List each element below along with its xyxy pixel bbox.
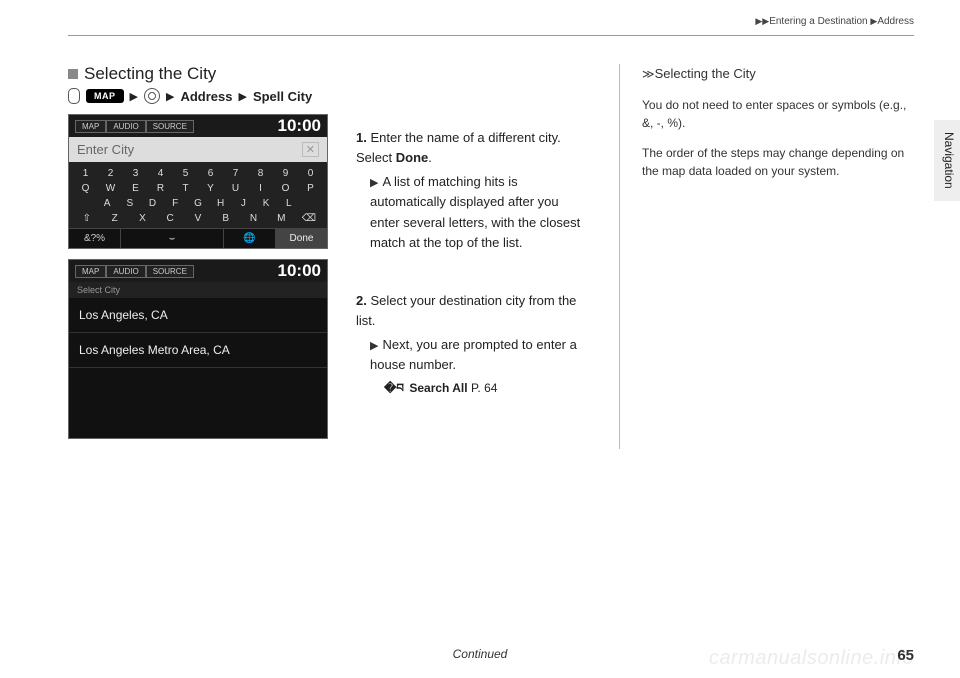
step-2: 2. Select your destination city from the… — [356, 291, 591, 398]
done-key: Done — [276, 229, 327, 248]
list-item: Los Angeles, CA — [69, 298, 327, 333]
voice-icon — [68, 88, 80, 104]
city-input: Enter City ✕ — [69, 137, 327, 162]
globe-icon: 🌐 — [224, 229, 276, 248]
tab-audio: AUDIO — [106, 265, 145, 278]
cross-reference: �བ Search All P. 64 — [356, 379, 591, 398]
screenshot-city-list: MAP AUDIO SOURCE 10:00 Select City Los A… — [68, 259, 328, 439]
tab-audio: AUDIO — [106, 120, 145, 133]
map-badge: MAP — [86, 89, 124, 103]
side-tab-navigation: Navigation — [934, 120, 960, 201]
list-item: Los Angeles Metro Area, CA — [69, 333, 327, 368]
screenshot-keyboard: MAP AUDIO SOURCE 10:00 Enter City ✕ 1234… — [68, 114, 328, 249]
tab-map: MAP — [75, 265, 106, 278]
menu-icon — [144, 88, 160, 104]
step-1: 1. Enter the name of a different city. S… — [356, 128, 591, 253]
space-key: ⌣ — [121, 229, 224, 248]
tab-source: SOURCE — [146, 265, 194, 278]
continued-label: Continued — [453, 647, 508, 661]
keyboard: 1234567890 QWERTYUIOP ASDFGHJKL ⇧ZXCVBNM… — [69, 162, 327, 228]
list-title: Select City — [69, 282, 327, 298]
keyboard-bottom-row: &?% ⌣ 🌐 Done — [69, 228, 327, 248]
nav-path: MAP ▶ ▶ Address ▶ Spell City — [68, 88, 328, 104]
tab-source: SOURCE — [146, 120, 194, 133]
clear-icon: ✕ — [302, 142, 319, 157]
note-title: ≫Selecting the City — [642, 64, 914, 84]
clock: 10:00 — [278, 261, 321, 281]
note-text: The order of the steps may change depend… — [642, 144, 914, 180]
note-text: You do not need to enter spaces or symbo… — [642, 96, 914, 132]
breadcrumb: ▶▶Entering a Destination ▶Address — [68, 16, 914, 35]
tab-map: MAP — [75, 120, 106, 133]
watermark: carmanualsonline.info — [709, 647, 914, 670]
divider — [68, 35, 914, 36]
clock: 10:00 — [278, 116, 321, 136]
section-title: Selecting the City — [68, 64, 328, 84]
